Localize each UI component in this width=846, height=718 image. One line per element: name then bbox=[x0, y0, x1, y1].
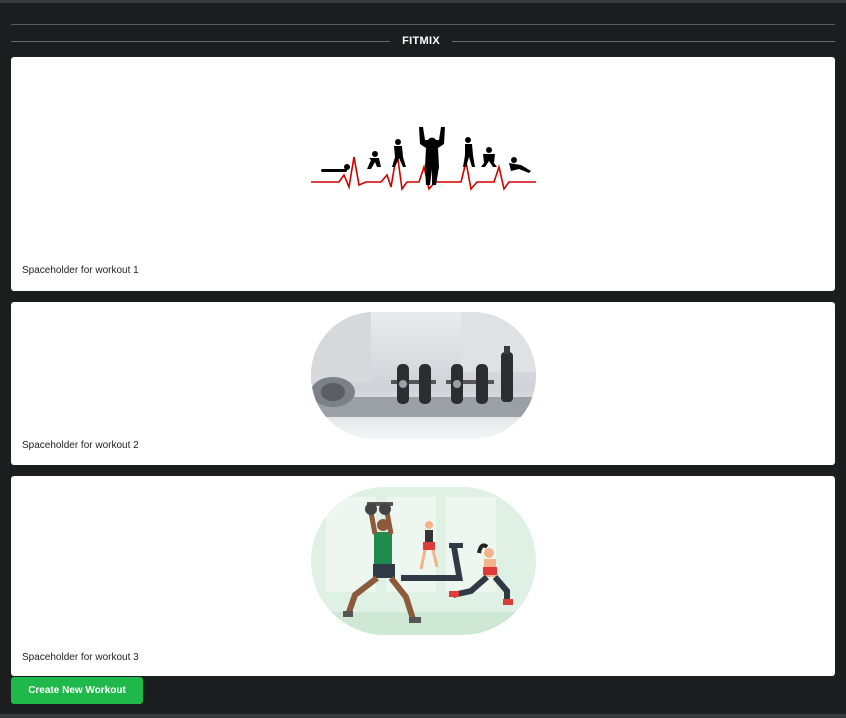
dumbbells-photo-icon bbox=[311, 312, 536, 439]
bottom-border bbox=[0, 714, 846, 718]
create-new-workout-button[interactable]: Create New Workout bbox=[11, 677, 143, 704]
workout-card-2[interactable]: Spaceholder for workout 2 bbox=[11, 302, 835, 465]
brand-line-right bbox=[452, 40, 835, 42]
workout-card-1[interactable]: Spaceholder for workout 1 bbox=[11, 57, 835, 291]
gym-people-illustration-icon bbox=[311, 487, 536, 635]
workout-card-3[interactable]: Spaceholder for workout 3 bbox=[11, 476, 835, 676]
workout-caption-2: Spaceholder for workout 2 bbox=[22, 440, 139, 451]
workout-caption-3: Spaceholder for workout 3 bbox=[22, 652, 139, 663]
brand-header: FITMIX bbox=[11, 31, 835, 51]
workout-caption-1: Spaceholder for workout 1 bbox=[22, 265, 139, 276]
heartbeat-fitness-silhouettes-icon bbox=[311, 127, 536, 192]
fitmix-page: FITMIX Spaceholder for workout 1 Spaceho… bbox=[0, 0, 846, 718]
brand-title: FITMIX bbox=[402, 35, 440, 47]
header-divider bbox=[11, 24, 835, 25]
top-border bbox=[0, 0, 846, 3]
brand-line-left bbox=[11, 40, 391, 42]
